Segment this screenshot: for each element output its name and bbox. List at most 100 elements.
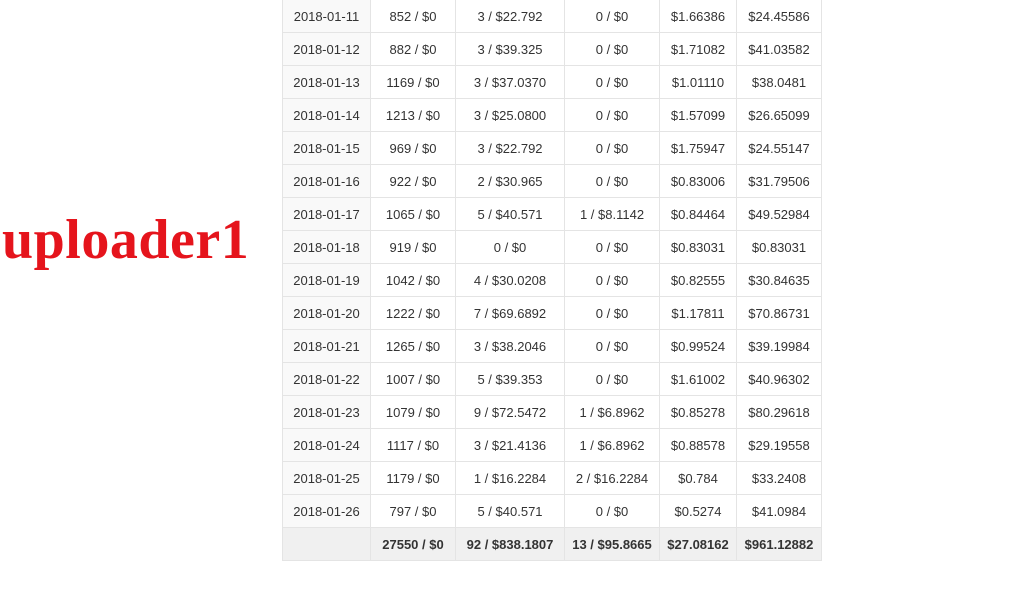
date-cell: 2018-01-18	[282, 230, 371, 264]
views-link[interactable]: 1265 / $0	[370, 329, 456, 363]
views-link[interactable]: 1222 / $0	[370, 296, 456, 330]
views-link[interactable]: 1065 / $0	[370, 197, 456, 231]
table-row: 2018-01-24 1117 / $0 3 / $21.4136 1 / $6.89…	[282, 428, 822, 462]
views-link[interactable]: 1179 / $0	[370, 461, 456, 495]
extra-link[interactable]: $0.83031	[659, 230, 737, 264]
sales-link[interactable]: 3 / $25.0800	[455, 98, 565, 132]
table-row: 2018-01-15 969 / $0 3 / $22.792 0 / $0 $1.75…	[282, 131, 822, 165]
sales-link[interactable]: 3 / $22.792	[455, 131, 565, 165]
extra-link[interactable]: $0.88578	[659, 428, 737, 462]
views-link[interactable]: 969 / $0	[370, 131, 456, 165]
refs-link[interactable]: 0 / $0	[564, 32, 660, 66]
refs-link[interactable]: 0 / $0	[564, 0, 660, 33]
extra-link[interactable]: $1.17811	[659, 296, 737, 330]
table-row: 2018-01-23 1079 / $0 9 / $72.5472 1 / $6.89…	[282, 395, 822, 429]
extra-link[interactable]: $0.85278	[659, 395, 737, 429]
sales-link[interactable]: 4 / $30.0208	[455, 263, 565, 297]
table-row: 2018-01-11 852 / $0 3 / $22.792 0 / $0 $1.66…	[282, 0, 822, 33]
total-cell: $38.0481	[736, 65, 822, 99]
refs-link[interactable]: 0 / $0	[564, 494, 660, 528]
table-row: 2018-01-20 1222 / $0 7 / $69.6892 0 / $0 $1.…	[282, 296, 822, 330]
date-cell: 2018-01-19	[282, 263, 371, 297]
refs-link[interactable]: 1 / $6.8962	[564, 395, 660, 429]
date-cell: 2018-01-25	[282, 461, 371, 495]
sales-link[interactable]: 3 / $39.325	[455, 32, 565, 66]
views-link[interactable]: 852 / $0	[370, 0, 456, 33]
total-cell: $31.79506	[736, 164, 822, 198]
total-cell: $49.52984	[736, 197, 822, 231]
sales-link[interactable]: 3 / $38.2046	[455, 329, 565, 363]
total-cell: $39.19984	[736, 329, 822, 363]
views-link[interactable]: 1042 / $0	[370, 263, 456, 297]
stats-table-container: 2018-01-11 852 / $0 3 / $22.792 0 / $0 $1.66…	[282, 0, 822, 561]
refs-link[interactable]: 0 / $0	[564, 230, 660, 264]
date-cell: 2018-01-26	[282, 494, 371, 528]
total-cell: $41.0984	[736, 494, 822, 528]
views-link[interactable]: 919 / $0	[370, 230, 456, 264]
sales-link[interactable]: 9 / $72.5472	[455, 395, 565, 429]
views-link[interactable]: 1169 / $0	[370, 65, 456, 99]
refs-link[interactable]: 1 / $8.1142	[564, 197, 660, 231]
views-link[interactable]: 922 / $0	[370, 164, 456, 198]
table-row: 2018-01-25 1179 / $0 1 / $16.2284 2 / $16.2…	[282, 461, 822, 495]
total-cell: $40.96302	[736, 362, 822, 396]
refs-link[interactable]: 1 / $6.8962	[564, 428, 660, 462]
sales-link[interactable]: 3 / $37.0370	[455, 65, 565, 99]
table-row: 2018-01-12 882 / $0 3 / $39.325 0 / $0 $1.71…	[282, 32, 822, 66]
refs-link[interactable]: 2 / $16.2284	[564, 461, 660, 495]
date-cell: 2018-01-12	[282, 32, 371, 66]
refs-link[interactable]: 0 / $0	[564, 362, 660, 396]
sales-link[interactable]: 1 / $16.2284	[455, 461, 565, 495]
refs-link[interactable]: 0 / $0	[564, 263, 660, 297]
extra-link[interactable]: $1.61002	[659, 362, 737, 396]
refs-link[interactable]: 0 / $0	[564, 131, 660, 165]
extra-link[interactable]: $0.82555	[659, 263, 737, 297]
total-cell: $70.86731	[736, 296, 822, 330]
sales-link[interactable]: 3 / $22.792	[455, 0, 565, 33]
extra-link[interactable]: $0.784	[659, 461, 737, 495]
table-row: 2018-01-17 1065 / $0 5 / $40.571 1 / $8.114…	[282, 197, 822, 231]
refs-link[interactable]: 0 / $0	[564, 329, 660, 363]
date-cell: 2018-01-15	[282, 131, 371, 165]
sales-link[interactable]: 5 / $40.571	[455, 494, 565, 528]
date-cell: 2018-01-20	[282, 296, 371, 330]
sales-link[interactable]: 5 / $39.353	[455, 362, 565, 396]
extra-link[interactable]: $1.66386	[659, 0, 737, 33]
stats-table: 2018-01-11 852 / $0 3 / $22.792 0 / $0 $1.66…	[282, 0, 822, 561]
date-cell: 2018-01-23	[282, 395, 371, 429]
sales-link[interactable]: 0 / $0	[455, 230, 565, 264]
extra-link[interactable]: $0.84464	[659, 197, 737, 231]
date-cell: 2018-01-16	[282, 164, 371, 198]
extra-link[interactable]: $0.99524	[659, 329, 737, 363]
table-row: 2018-01-19 1042 / $0 4 / $30.0208 0 / $0 $0.…	[282, 263, 822, 297]
page: uploader1 2018-01-11 852 / $0 3 / $22.792 0…	[0, 0, 1020, 590]
views-link[interactable]: 797 / $0	[370, 494, 456, 528]
total-cell: $29.19558	[736, 428, 822, 462]
refs-link[interactable]: 0 / $0	[564, 164, 660, 198]
views-link[interactable]: 882 / $0	[370, 32, 456, 66]
extra-link[interactable]: $1.01110	[659, 65, 737, 99]
extra-link[interactable]: $0.5274	[659, 494, 737, 528]
views-link[interactable]: 1117 / $0	[370, 428, 456, 462]
refs-link[interactable]: 0 / $0	[564, 65, 660, 99]
table-row: 2018-01-26 797 / $0 5 / $40.571 0 / $0 $0.52…	[282, 494, 822, 528]
date-cell: 2018-01-17	[282, 197, 371, 231]
sales-link[interactable]: 2 / $30.965	[455, 164, 565, 198]
extra-link[interactable]: $1.57099	[659, 98, 737, 132]
sales-link[interactable]: 7 / $69.6892	[455, 296, 565, 330]
extra-link[interactable]: $0.83006	[659, 164, 737, 198]
summary-row: 27550 / $0 92 / $838.1807 13 / $95.8665 $27…	[282, 527, 822, 561]
views-link[interactable]: 1007 / $0	[370, 362, 456, 396]
sales-link[interactable]: 3 / $21.4136	[455, 428, 565, 462]
date-cell: 2018-01-21	[282, 329, 371, 363]
extra-link[interactable]: $1.75947	[659, 131, 737, 165]
views-link[interactable]: 1079 / $0	[370, 395, 456, 429]
stats-table-body: 2018-01-11 852 / $0 3 / $22.792 0 / $0 $1.66…	[282, 0, 822, 561]
table-row: 2018-01-13 1169 / $0 3 / $37.0370 0 / $0 $1.…	[282, 65, 822, 99]
sales-link[interactable]: 5 / $40.571	[455, 197, 565, 231]
total-cell: $24.55147	[736, 131, 822, 165]
extra-link[interactable]: $1.71082	[659, 32, 737, 66]
views-link[interactable]: 1213 / $0	[370, 98, 456, 132]
refs-link[interactable]: 0 / $0	[564, 296, 660, 330]
refs-link[interactable]: 0 / $0	[564, 98, 660, 132]
